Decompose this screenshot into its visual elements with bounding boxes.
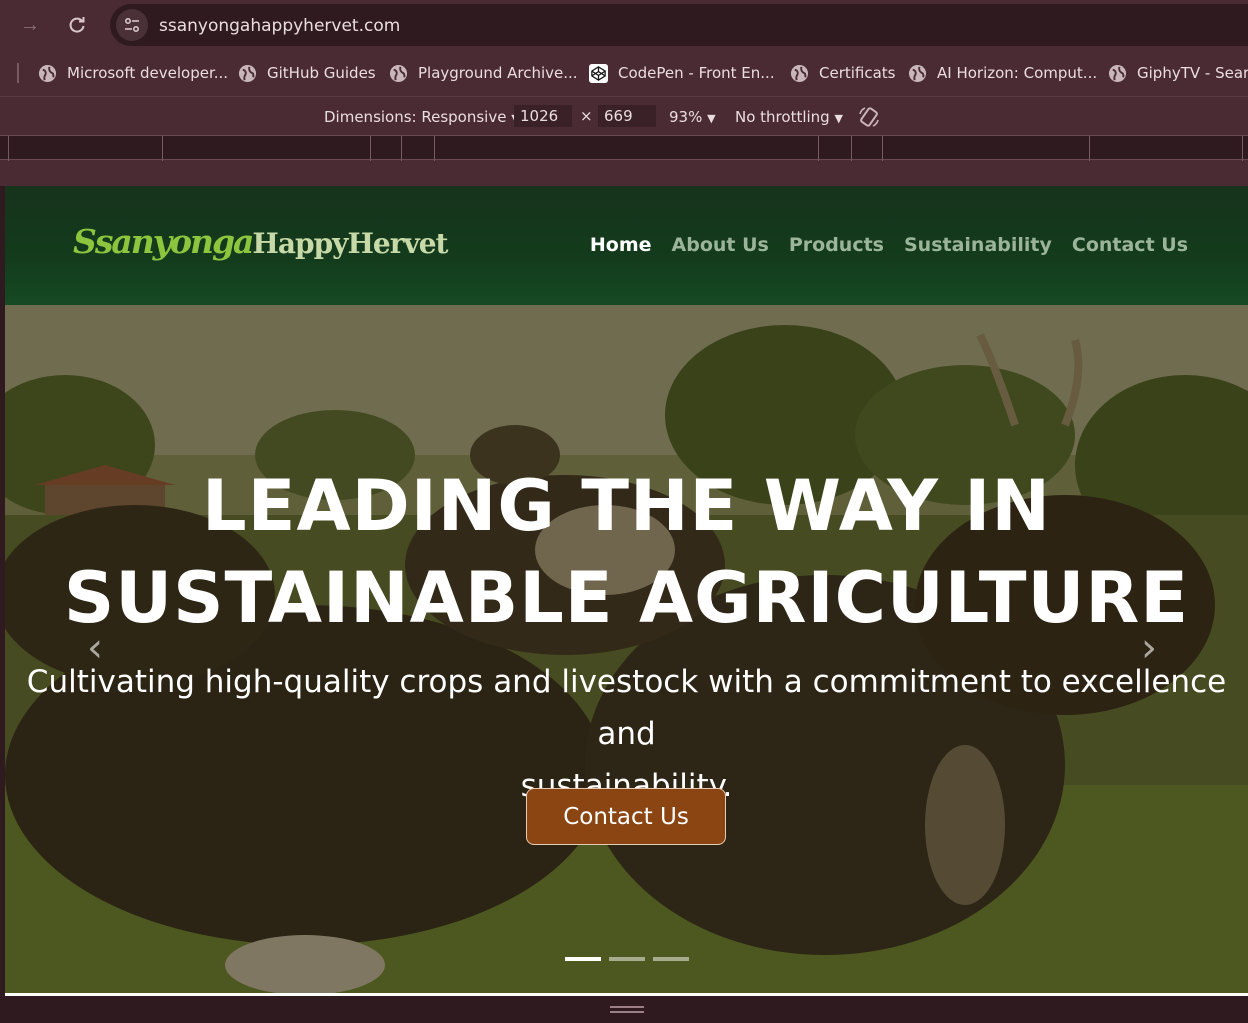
dimensions-dropdown[interactable]: Dimensions: Responsive ▼ xyxy=(324,108,520,126)
carousel-next-icon[interactable]: › xyxy=(1141,628,1171,668)
site-header: SsanyongaHappyHervet Home About Us Produ… xyxy=(5,186,1248,305)
zoom-label: 93% xyxy=(669,108,703,126)
nav-home[interactable]: Home xyxy=(590,234,652,256)
bookmark-label: CodePen - Front En... xyxy=(618,64,775,82)
codepen-icon xyxy=(589,63,608,83)
main-nav: Home About Us Products Sustainability Co… xyxy=(590,234,1188,256)
chevron-down-icon: ▼ xyxy=(707,112,716,125)
globe-icon xyxy=(389,64,408,82)
address-bar[interactable]: ssanyongahappyhervet.com xyxy=(110,4,1248,46)
globe-icon xyxy=(790,64,809,82)
nav-contact-us[interactable]: Contact Us xyxy=(1072,234,1188,256)
hero-title-line-1: LEADING THE WAY IN xyxy=(202,465,1051,547)
globe-icon xyxy=(38,64,57,82)
carousel-indicator-1[interactable] xyxy=(565,957,601,961)
times-sign: × xyxy=(580,107,593,125)
bookmark-giphytv[interactable]: GiphyTV - Searc xyxy=(1108,62,1248,84)
globe-icon xyxy=(1108,64,1127,82)
bookmark-codepen[interactable]: CodePen - Front En... xyxy=(589,62,775,84)
url-text[interactable]: ssanyongahappyhervet.com xyxy=(159,16,400,36)
bookmark-certificats[interactable]: Certificats xyxy=(790,62,896,84)
reload-icon[interactable] xyxy=(62,10,92,40)
resize-handle-icon[interactable] xyxy=(610,1006,644,1013)
bookmark-label: GiphyTV - Searc xyxy=(1137,64,1248,82)
page-viewport: SsanyongaHappyHervet Home About Us Produ… xyxy=(5,186,1248,996)
media-query-ruler[interactable] xyxy=(0,135,1248,161)
width-input[interactable]: 1026 xyxy=(514,105,572,127)
bookmark-ai-horizon[interactable]: AI Horizon: Comput... xyxy=(908,62,1097,84)
globe-icon xyxy=(908,64,927,82)
back-arrow-icon[interactable]: → xyxy=(15,10,45,40)
site-logo[interactable]: SsanyongaHappyHervet xyxy=(73,222,448,261)
globe-icon xyxy=(238,64,257,82)
bookmark-playground-archive[interactable]: Playground Archive... xyxy=(389,62,578,84)
logo-part-2: HappyHervet xyxy=(252,227,448,260)
throttling-label: No throttling xyxy=(735,108,830,126)
viewport-resize-bar[interactable] xyxy=(0,996,1248,1023)
contact-us-button[interactable]: Contact Us xyxy=(526,788,726,845)
bookmark-microsoft-developer[interactable]: Microsoft developer... xyxy=(38,62,228,84)
throttling-dropdown[interactable]: No throttling ▼ xyxy=(735,108,843,126)
hero-subtitle-line-1: Cultivating high-quality crops and lives… xyxy=(26,664,1227,752)
hero-title-line-2: SUSTAINABLE AGRICULTURE xyxy=(63,557,1190,639)
bookmark-label: Microsoft developer... xyxy=(67,64,229,82)
height-input[interactable]: 669 xyxy=(598,105,656,127)
carousel-prev-icon[interactable]: ‹ xyxy=(87,628,117,668)
bookmark-label: AI Horizon: Comput... xyxy=(937,64,1098,82)
hero-carousel: LEADING THE WAY IN SUSTAINABLE AGRICULTU… xyxy=(5,305,1248,996)
bookmark-github-guides[interactable]: GitHub Guides xyxy=(238,62,376,84)
site-info-icon[interactable] xyxy=(116,9,148,41)
bookmarks-bar: Microsoft developer... GitHub Guides Pla… xyxy=(0,50,1248,97)
device-toolbar: Dimensions: Responsive ▼ 1026 × 669 93% … xyxy=(0,98,1248,135)
nav-sustainability[interactable]: Sustainability xyxy=(904,234,1052,256)
bookmark-label: Playground Archive... xyxy=(418,64,578,82)
carousel-indicators xyxy=(565,957,689,961)
bookmarks-divider xyxy=(17,63,19,83)
nav-products[interactable]: Products xyxy=(789,234,884,256)
bookmark-label: Certificats xyxy=(819,64,896,82)
hero-overlay xyxy=(5,305,1248,996)
logo-part-1: Ssanyonga xyxy=(73,222,254,261)
bookmark-label: GitHub Guides xyxy=(267,64,376,82)
chevron-down-icon: ▼ xyxy=(834,112,843,125)
browser-toolbar: → ssanyongahappyhervet.com xyxy=(0,0,1248,50)
zoom-dropdown[interactable]: 93% ▼ xyxy=(669,108,716,126)
hero-title: LEADING THE WAY IN SUSTAINABLE AGRICULTU… xyxy=(5,460,1248,644)
dimensions-label: Dimensions: Responsive xyxy=(324,108,507,126)
carousel-indicator-3[interactable] xyxy=(653,957,689,961)
rotate-icon[interactable] xyxy=(857,105,881,133)
nav-about-us[interactable]: About Us xyxy=(672,234,769,256)
carousel-indicator-2[interactable] xyxy=(609,957,645,961)
